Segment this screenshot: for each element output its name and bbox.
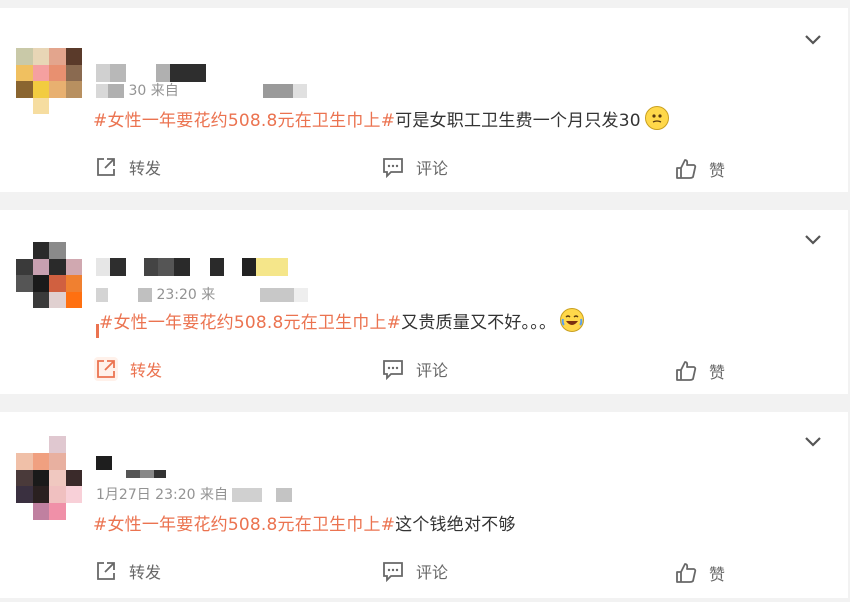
comment-label: 评论 (416, 361, 449, 380)
post-time: 30 来自 (128, 83, 179, 99)
avatar[interactable] (16, 242, 82, 308)
hashtag-link[interactable]: #女性一年要花约508.8元在卫生巾上# (99, 313, 401, 333)
repost-button[interactable]: 转发 (95, 556, 161, 586)
hashtag-link[interactable]: #女性一年要花约508.8元在卫生巾上# (93, 515, 395, 535)
post-meta: 30 来自 (96, 80, 308, 100)
post-text: #女性一年要花约508.8元在卫生巾上#又贵质量又不好。。。 (99, 308, 585, 333)
comment-icon (383, 158, 403, 178)
post-time: 23:20 来 (156, 287, 216, 303)
repost-button[interactable]: 转发 (94, 354, 162, 384)
avatar[interactable] (16, 48, 82, 114)
repost-label: 转发 (130, 361, 163, 380)
crying-laughing-emoji (560, 308, 585, 332)
chevron-down-icon[interactable] (804, 436, 822, 448)
post-card: 23:20 来 #女性一年要花约508.8元在卫生巾上#又贵质量又不好。。。 转… (0, 210, 848, 394)
post-meta: 23:20 来 (96, 284, 308, 304)
post-card: 30 来自 #女性一年要花约508.8元在卫生巾上#可是女职工卫生费一个月只发3… (0, 8, 848, 192)
like-label: 赞 (709, 565, 726, 584)
comment-label: 评论 (416, 563, 449, 582)
comment-button[interactable]: 评论 (382, 556, 448, 586)
like-button[interactable]: 赞 (675, 154, 725, 184)
comment-icon (383, 360, 403, 380)
repost-label: 转发 (129, 563, 162, 582)
like-button[interactable]: 赞 (675, 356, 725, 386)
repost-icon (94, 357, 118, 381)
post-card: 1月27日 23:20 来自 #女性一年要花约508.8元在卫生巾上#这个钱绝对… (0, 412, 848, 598)
post-actions: 转发 评论 赞 (0, 354, 848, 384)
like-button[interactable]: 赞 (675, 558, 725, 588)
post-text: #女性一年要花约508.8元在卫生巾上#这个钱绝对不够 (93, 510, 516, 535)
thumbs-up-icon (676, 159, 697, 179)
thumbs-up-icon (676, 361, 697, 381)
username-blurred[interactable] (96, 456, 166, 478)
comment-button[interactable]: 评论 (382, 354, 448, 384)
like-label: 赞 (709, 161, 726, 180)
chevron-down-icon[interactable] (804, 234, 822, 246)
post-body: 又贵质量又不好。。。 (401, 313, 557, 333)
post-body: 这个钱绝对不够 (395, 515, 516, 535)
repost-icon (97, 562, 115, 580)
repost-button[interactable]: 转发 (95, 152, 161, 182)
post-meta: 1月27日 23:20 来自 (96, 484, 293, 504)
comment-icon (383, 562, 403, 582)
username-blurred[interactable] (96, 258, 296, 276)
chevron-down-icon[interactable] (804, 34, 822, 46)
comment-label: 评论 (416, 159, 449, 178)
repost-label: 转发 (129, 159, 162, 178)
post-actions: 转发 评论 赞 (0, 152, 848, 182)
post-text: #女性一年要花约508.8元在卫生巾上#可是女职工卫生费一个月只发30 (93, 106, 669, 131)
thinking-face-emoji (644, 106, 669, 130)
avatar[interactable] (16, 436, 82, 520)
comment-button[interactable]: 评论 (382, 152, 448, 182)
hashtag-link[interactable]: #女性一年要花约508.8元在卫生巾上# (93, 111, 395, 131)
post-body: 可是女职工卫生费一个月只发30 (395, 111, 641, 131)
like-label: 赞 (709, 363, 726, 382)
post-time: 1月27日 23:20 来自 (96, 487, 228, 503)
repost-icon (97, 158, 115, 176)
thumbs-up-icon (676, 563, 697, 583)
post-actions: 转发 评论 赞 (0, 556, 848, 586)
